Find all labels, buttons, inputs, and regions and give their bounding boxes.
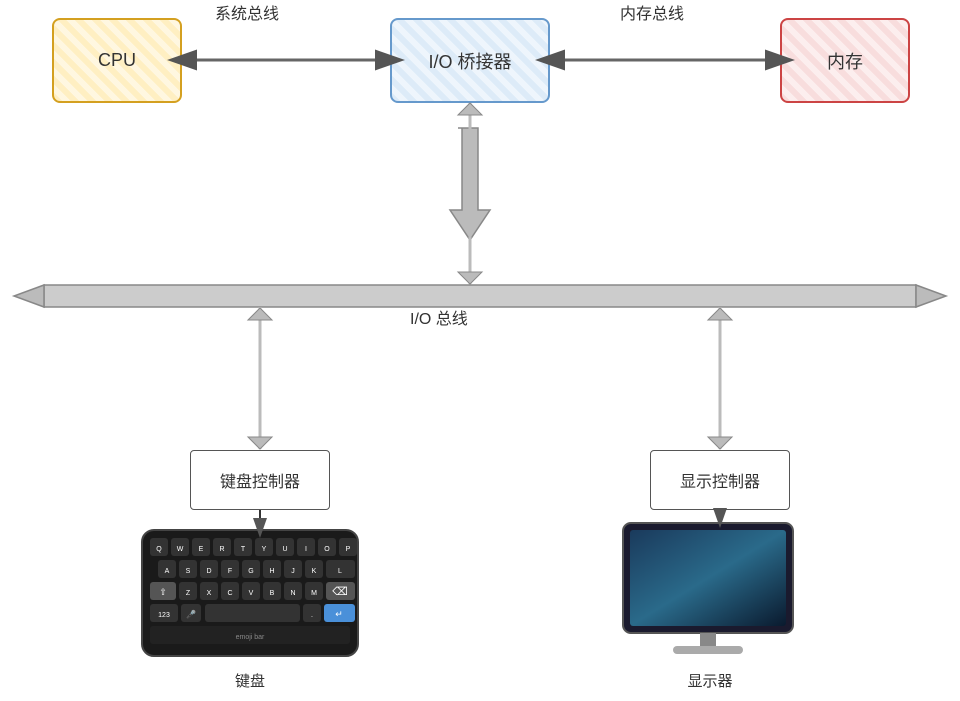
io-bus-label: I/O 总线 bbox=[410, 305, 468, 329]
svg-text:V: V bbox=[249, 590, 254, 597]
svg-text:L: L bbox=[338, 568, 342, 575]
svg-text:E: E bbox=[199, 546, 204, 553]
svg-text:T: T bbox=[241, 546, 246, 553]
svg-text:I: I bbox=[305, 546, 307, 553]
svg-text:Y: Y bbox=[262, 546, 267, 553]
disp-ctrl-label: 显示控制器 bbox=[680, 468, 760, 492]
keyboard-icon: Q W E R T Y U I O P A S D F G H J K L ⇧ … bbox=[140, 528, 360, 658]
svg-text:Q: Q bbox=[156, 546, 162, 553]
monitor-label: 显示器 bbox=[630, 670, 790, 691]
diagram: CPU I/O 桥接器 内存 键盘控制器 显示控制器 系统总线 内存总线 I/O… bbox=[0, 0, 960, 701]
svg-text:M: M bbox=[311, 590, 317, 597]
mem-label: 内存 bbox=[827, 48, 863, 74]
svg-text:K: K bbox=[312, 568, 317, 575]
svg-text:D: D bbox=[206, 568, 211, 575]
svg-text:F: F bbox=[228, 568, 232, 575]
svg-text:H: H bbox=[269, 568, 274, 575]
mem-bus-label: 内存总线 bbox=[620, 0, 684, 24]
svg-text:R: R bbox=[219, 546, 224, 553]
io-bridge-box: I/O 桥接器 bbox=[390, 18, 550, 103]
svg-text:G: G bbox=[248, 568, 253, 575]
svg-text:P: P bbox=[346, 546, 351, 553]
svg-text:⌫: ⌫ bbox=[332, 586, 348, 598]
svg-text:A: A bbox=[165, 568, 170, 575]
svg-text:C: C bbox=[227, 590, 232, 597]
svg-text:J: J bbox=[291, 568, 295, 575]
keyboard-label: 键盘 bbox=[170, 670, 330, 691]
svg-text:N: N bbox=[290, 590, 295, 597]
kbd-ctrl-box: 键盘控制器 bbox=[190, 450, 330, 510]
io-bridge-label: I/O 桥接器 bbox=[428, 48, 511, 74]
svg-text:emoji bar: emoji bar bbox=[236, 634, 265, 641]
monitor-icon bbox=[618, 518, 798, 658]
svg-text:S: S bbox=[186, 568, 191, 575]
mem-box: 内存 bbox=[780, 18, 910, 103]
svg-text:W: W bbox=[177, 546, 184, 553]
kbd-ctrl-label: 键盘控制器 bbox=[220, 468, 300, 492]
svg-text:123: 123 bbox=[158, 612, 170, 619]
svg-text:B: B bbox=[270, 590, 275, 597]
cpu-label: CPU bbox=[98, 50, 136, 71]
svg-text:🎤: 🎤 bbox=[186, 609, 196, 619]
svg-text:.: . bbox=[311, 612, 313, 619]
svg-text:Z: Z bbox=[186, 590, 191, 597]
svg-text:U: U bbox=[282, 546, 287, 553]
sys-bus-label: 系统总线 bbox=[215, 0, 279, 24]
svg-text:↵: ↵ bbox=[335, 609, 343, 619]
disp-ctrl-box: 显示控制器 bbox=[650, 450, 790, 510]
svg-text:O: O bbox=[324, 546, 330, 553]
svg-text:X: X bbox=[207, 590, 212, 597]
svg-text:⇧: ⇧ bbox=[159, 587, 167, 597]
cpu-box: CPU bbox=[52, 18, 182, 103]
